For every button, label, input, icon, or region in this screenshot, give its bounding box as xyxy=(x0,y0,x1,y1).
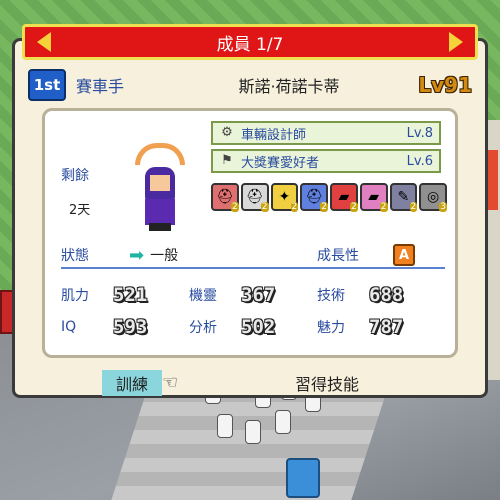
stats-row: IQ 593 分析 502 魅力 787 xyxy=(61,311,445,343)
member-card: 剩餘 2天 ⚙ 車輛設計師 Lv.8 ⚑ 大獎賽愛好者 Lv.6 ⛑2 ⛑2 xyxy=(42,108,458,358)
member-job: 賽車手 xyxy=(76,77,125,96)
member-name: 斯諾·荷諾卡蒂 xyxy=(238,77,340,96)
stat-value: 502 xyxy=(241,316,276,338)
rank-badge: 1st xyxy=(28,69,66,101)
item-count: 2 xyxy=(409,202,418,212)
remain-days: 2天 xyxy=(69,203,91,218)
item-count: 2 xyxy=(231,202,239,212)
stat-analysis: 分析 502 xyxy=(189,316,317,338)
stat-charm: 魅力 787 xyxy=(317,316,445,338)
helmet-red-icon[interactable]: ⛑ 2 xyxy=(211,183,239,212)
member-dialog: 成員 1/7 1st 賽車手 斯諾·荷諾卡蒂 Lv91 剩餘 2天 ⚙ 車輛設計… xyxy=(12,14,488,398)
tire-icon[interactable]: ◎ 3 xyxy=(419,183,447,212)
skill-name: 大獎賽愛好者 xyxy=(241,155,320,171)
portrait-face xyxy=(150,175,170,191)
helmet-blue-icon[interactable]: ⛑ 2 xyxy=(300,183,328,212)
stat-agility: 機靈 367 xyxy=(189,284,317,306)
train-button[interactable]: 訓練 xyxy=(102,370,162,396)
car-red-icon[interactable]: ▰ 2 xyxy=(330,183,358,212)
halo-icon xyxy=(135,143,185,165)
skill-name: 車輛設計師 xyxy=(241,127,307,143)
previous-member-arrow-icon[interactable] xyxy=(37,32,51,52)
growth-grade-badge: A xyxy=(393,244,415,266)
skill-level: Lv.6 xyxy=(406,153,433,169)
remain-label: 剩餘 xyxy=(61,168,89,184)
dialog-title-bar: 成員 1/7 xyxy=(22,24,478,60)
member-header: 1st 賽車手 斯諾·荷諾卡蒂 Lv91 xyxy=(28,68,472,102)
stats-row: 肌力 521 機靈 367 技術 688 xyxy=(61,279,445,311)
portrait-suit xyxy=(145,199,175,225)
skill-item[interactable]: ⚙ 車輛設計師 Lv.8 xyxy=(211,121,441,145)
stat-strength: 肌力 521 xyxy=(61,284,189,306)
member-portrait xyxy=(125,141,195,231)
item-count: 2 xyxy=(290,202,299,212)
stat-technique: 技術 688 xyxy=(317,284,445,306)
stat-label: 分析 xyxy=(189,320,217,336)
stat-label: 魅力 xyxy=(317,320,345,336)
skill-list: ⚙ 車輛設計師 Lv.8 ⚑ 大獎賽愛好者 Lv.6 xyxy=(211,121,441,177)
status-value: 一般 xyxy=(150,248,179,264)
learn-skill-button[interactable]: 習得技能 xyxy=(282,370,372,396)
stat-value: 521 xyxy=(113,284,148,306)
item-count: 3 xyxy=(439,202,447,212)
next-member-arrow-icon[interactable] xyxy=(449,32,463,52)
stat-label: IQ xyxy=(61,319,77,335)
status-row: 狀態 ➡ 一般 成長性 A xyxy=(61,243,445,269)
stat-iq: IQ 593 xyxy=(61,316,189,338)
stat-value: 688 xyxy=(369,284,404,306)
pointing-hand-icon: ☜ xyxy=(162,372,179,393)
skill-item[interactable]: ⚑ 大獎賽愛好者 Lv.6 xyxy=(211,149,441,173)
arrow-right-icon: ➡ xyxy=(129,244,145,266)
item-count: 2 xyxy=(260,202,269,212)
status-label: 狀態 xyxy=(61,248,89,264)
action-row: 訓練 ☜ 習得技能 xyxy=(12,370,488,398)
stat-value: 367 xyxy=(241,284,276,306)
portrait-legs xyxy=(149,223,171,231)
item-list: ⛑ 2 ⛑ 2 ✦ 2 ⛑ 2 ▰ 2 ▰ 2 ✎ 2 ◎ 3 xyxy=(211,183,447,215)
member-level: Lv91 xyxy=(418,73,472,97)
checkered-flag-icon: ⚑ xyxy=(221,153,233,168)
item-count: 2 xyxy=(320,202,328,212)
helmet-white-icon[interactable]: ⛑ 2 xyxy=(240,183,269,212)
item-count: 2 xyxy=(379,202,388,212)
parts-yellow-icon[interactable]: ✦ 2 xyxy=(270,183,299,212)
tool-icon[interactable]: ✎ 2 xyxy=(389,183,418,212)
trash-can xyxy=(286,458,320,498)
dialog-title: 成員 1/7 xyxy=(216,34,284,55)
stat-label: 技術 xyxy=(317,288,345,304)
car-pink-icon[interactable]: ▰ 2 xyxy=(359,183,388,212)
item-count: 2 xyxy=(350,202,358,212)
wrench-icon: ⚙ xyxy=(221,125,233,140)
growth-label: 成長性 xyxy=(317,248,359,264)
stats-grid: 肌力 521 機靈 367 技術 688 IQ 593 分析 502 魅力 78… xyxy=(61,279,445,343)
stat-value: 787 xyxy=(369,316,404,338)
stat-label: 機靈 xyxy=(189,288,217,304)
stat-label: 肌力 xyxy=(61,288,89,304)
stat-value: 593 xyxy=(113,316,148,338)
skill-level: Lv.8 xyxy=(406,125,433,141)
